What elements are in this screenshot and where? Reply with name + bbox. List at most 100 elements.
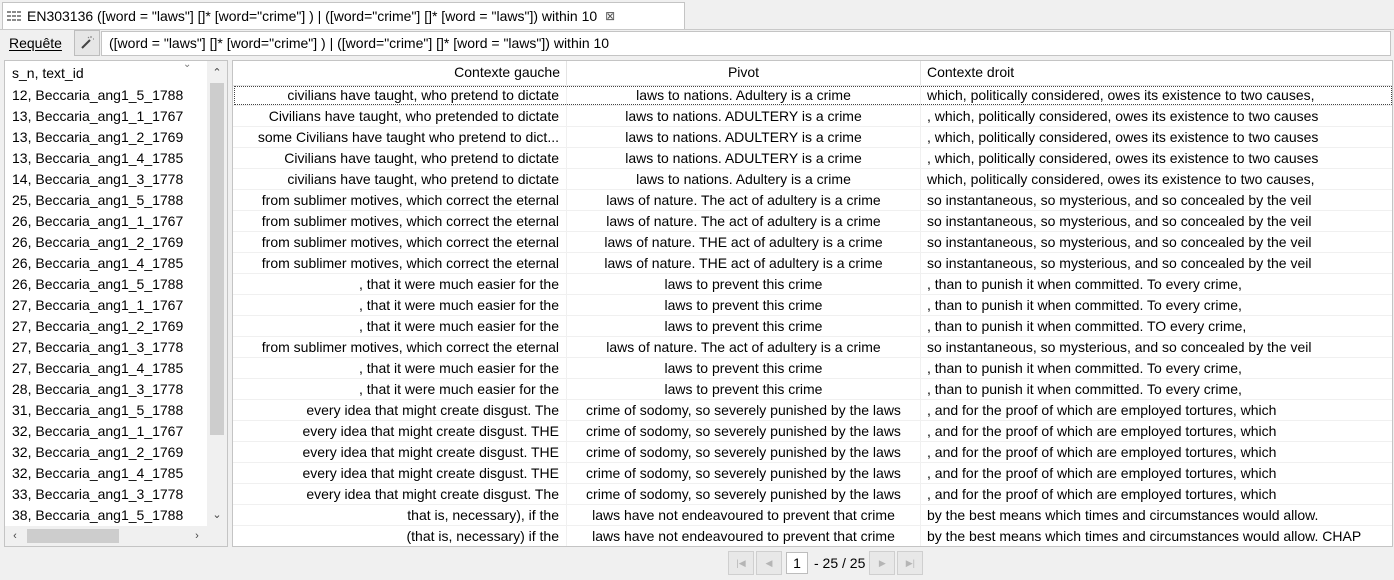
reference-row[interactable]: 26, Beccaria_ang1_1_1767 bbox=[5, 211, 207, 232]
table-row[interactable]: from sublimer motives, which correct the… bbox=[233, 190, 1392, 211]
horizontal-scroll-thumb[interactable] bbox=[27, 529, 119, 543]
left-context-cell: every idea that might create disgust. Th… bbox=[233, 400, 567, 420]
table-row[interactable]: , that it were much easier for the laws t… bbox=[233, 358, 1392, 379]
scroll-left-icon[interactable]: ‹ bbox=[5, 526, 25, 546]
table-row[interactable]: from sublimer motives, which correct the… bbox=[233, 211, 1392, 232]
pivot-cell: laws have not endeavoured to prevent tha… bbox=[567, 505, 921, 525]
reference-row[interactable]: 25, Beccaria_ang1_5_1788 bbox=[5, 190, 207, 211]
page-range-text: - 25 / 25 bbox=[814, 555, 866, 571]
table-row[interactable]: from sublimer motives, which correct the… bbox=[233, 337, 1392, 358]
table-row[interactable]: from sublimer motives, which correct the… bbox=[233, 253, 1392, 274]
reference-row[interactable]: 27, Beccaria_ang1_3_1778 bbox=[5, 337, 207, 358]
next-page-button[interactable]: ▶ bbox=[869, 551, 896, 575]
scroll-down-icon[interactable]: ⌄ bbox=[207, 505, 227, 525]
query-assistant-button[interactable] bbox=[74, 30, 100, 56]
right-context-cell: which, politically considered, owes its … bbox=[927, 87, 1315, 103]
reference-row[interactable]: 32, Beccaria_ang1_2_1769 bbox=[5, 442, 207, 463]
table-row[interactable]: Civilians have taught, who pretended to … bbox=[233, 106, 1392, 127]
left-context-cell: from sublimer motives, which correct the… bbox=[233, 253, 567, 273]
pivot-cell: laws to nations. ADULTERY is a crime bbox=[567, 106, 921, 126]
table-row[interactable]: every idea that might create disgust. TH… bbox=[233, 421, 1392, 442]
reference-row[interactable]: 27, Beccaria_ang1_1_1767 bbox=[5, 295, 207, 316]
table-row[interactable]: every idea that might create disgust. TH… bbox=[233, 442, 1392, 463]
table-row[interactable]: civilians have taught, who pretend to di… bbox=[233, 85, 1392, 106]
reference-row[interactable]: 14, Beccaria_ang1_3_1778 bbox=[5, 169, 207, 190]
left-context-cell: some Civilians have taught who pretend t… bbox=[233, 127, 567, 147]
pivot-cell: laws of nature. The act of adultery is a… bbox=[567, 211, 921, 231]
reference-row[interactable]: 13, Beccaria_ang1_2_1769 bbox=[5, 127, 207, 148]
reference-header-label: s_n, text_id bbox=[12, 65, 84, 81]
reference-row[interactable]: 28, Beccaria_ang1_3_1778 bbox=[5, 379, 207, 400]
first-page-button[interactable]: |◀ bbox=[728, 551, 754, 575]
table-row[interactable]: every idea that might create disgust. Th… bbox=[233, 484, 1392, 505]
table-grid-icon bbox=[7, 10, 21, 22]
pivot-cell: laws to prevent this crime bbox=[567, 358, 921, 378]
table-row[interactable]: civilians have taught, who pretend to di… bbox=[233, 169, 1392, 190]
left-context-cell: Civilians have taught, who pretend to di… bbox=[233, 148, 567, 168]
reference-row[interactable]: 31, Beccaria_ang1_5_1788 bbox=[5, 400, 207, 421]
line-reference-panel: s_n, text_id ⌄ 12, Beccaria_ang1_5_1788 1… bbox=[4, 60, 228, 547]
last-page-icon: ▶| bbox=[905, 557, 915, 568]
sort-indicator-icon: ⌄ bbox=[183, 60, 192, 70]
reference-column-header[interactable]: s_n, text_id ⌄ bbox=[5, 61, 207, 85]
reference-row[interactable]: 32, Beccaria_ang1_4_1785 bbox=[5, 463, 207, 484]
previous-page-button[interactable]: ◀ bbox=[756, 551, 782, 575]
vertical-scrollbar[interactable]: ⌃ ⌄ bbox=[207, 61, 227, 526]
pivot-cell: crime of sodomy, so severely punished by… bbox=[567, 400, 921, 420]
scroll-thumb[interactable] bbox=[210, 83, 224, 435]
table-row[interactable]: , that it were much easier for the laws t… bbox=[233, 316, 1392, 337]
left-context-cell: , that it were much easier for the bbox=[233, 379, 567, 399]
query-input[interactable]: ([word = "laws"] []* [word="crime"] ) | … bbox=[101, 31, 1391, 56]
table-row[interactable]: every idea that might create disgust. TH… bbox=[233, 463, 1392, 484]
pivot-cell: crime of sodomy, so severely punished by… bbox=[567, 442, 921, 462]
column-header-pivot[interactable]: Pivot bbox=[567, 61, 921, 85]
pivot-cell: laws to prevent this crime bbox=[567, 295, 921, 315]
table-row[interactable]: every idea that might create disgust. Th… bbox=[233, 400, 1392, 421]
table-row[interactable]: some Civilians have taught who pretend t… bbox=[233, 127, 1392, 148]
reference-row[interactable]: 38, Beccaria_ang1_5_1788 bbox=[5, 505, 207, 526]
reference-row[interactable]: 13, Beccaria_ang1_1_1767 bbox=[5, 106, 207, 127]
column-header-left-context[interactable]: Contexte gauche bbox=[233, 61, 567, 85]
pivot-cell: laws to prevent this crime bbox=[567, 274, 921, 294]
reference-row[interactable]: 27, Beccaria_ang1_2_1769 bbox=[5, 316, 207, 337]
reference-row[interactable]: 26, Beccaria_ang1_5_1788 bbox=[5, 274, 207, 295]
reference-row[interactable]: 27, Beccaria_ang1_4_1785 bbox=[5, 358, 207, 379]
table-row[interactable]: , that it were much easier for the laws t… bbox=[233, 295, 1392, 316]
reference-row[interactable]: 13, Beccaria_ang1_4_1785 bbox=[5, 148, 207, 169]
table-row[interactable]: , that it were much easier for the laws t… bbox=[233, 274, 1392, 295]
concordance-tab[interactable]: EN303136 ([word = "laws"] []* [word="cri… bbox=[2, 2, 685, 29]
concordance-table: Contexte gauche Pivot Contexte droit civ… bbox=[232, 60, 1393, 547]
right-context-cell: , and for the proof of which are employe… bbox=[927, 486, 1277, 502]
horizontal-scrollbar[interactable]: ‹ › bbox=[5, 526, 207, 546]
reference-row[interactable]: 32, Beccaria_ang1_1_1767 bbox=[5, 421, 207, 442]
table-row[interactable]: (that is, necessary) if the laws have not… bbox=[233, 526, 1392, 546]
pivot-cell: laws of nature. The act of adultery is a… bbox=[567, 337, 921, 357]
reference-row[interactable]: 26, Beccaria_ang1_4_1785 bbox=[5, 253, 207, 274]
reference-row[interactable]: 12, Beccaria_ang1_5_1788 bbox=[5, 85, 207, 106]
reference-row[interactable]: 33, Beccaria_ang1_3_1778 bbox=[5, 484, 207, 505]
page-number-input[interactable]: 1 bbox=[786, 552, 808, 574]
close-icon[interactable]: ⊠ bbox=[605, 9, 615, 23]
reference-row[interactable]: 26, Beccaria_ang1_2_1769 bbox=[5, 232, 207, 253]
pivot-cell: laws to prevent this crime bbox=[567, 379, 921, 399]
table-row[interactable]: from sublimer motives, which correct the… bbox=[233, 232, 1392, 253]
reference-list: 12, Beccaria_ang1_5_1788 13, Beccaria_ang… bbox=[5, 85, 207, 526]
table-row[interactable]: that is, necessary), if the laws have not… bbox=[233, 505, 1392, 526]
left-context-cell: Civilians have taught, who pretended to … bbox=[233, 106, 567, 126]
pivot-cell: laws to nations. ADULTERY is a crime bbox=[567, 127, 921, 147]
scroll-right-icon[interactable]: › bbox=[187, 526, 207, 546]
right-context-cell: , which, politically considered, owes it… bbox=[927, 150, 1319, 166]
left-context-cell: civilians have taught, who pretend to di… bbox=[233, 85, 567, 105]
left-context-cell: from sublimer motives, which correct the… bbox=[233, 232, 567, 252]
left-context-cell: , that it were much easier for the bbox=[233, 295, 567, 315]
right-context-cell: , which, politically considered, owes it… bbox=[927, 108, 1319, 124]
pivot-cell: laws to nations. Adultery is a crime bbox=[567, 85, 921, 105]
pivot-cell: laws to nations. Adultery is a crime bbox=[567, 169, 921, 189]
tab-title: EN303136 ([word = "laws"] []* [word="cri… bbox=[27, 8, 598, 24]
column-header-right-context[interactable]: Contexte droit bbox=[921, 61, 1392, 85]
table-row[interactable]: , that it were much easier for the laws t… bbox=[233, 379, 1392, 400]
pivot-cell: laws to prevent this crime bbox=[567, 316, 921, 336]
last-page-button[interactable]: ▶| bbox=[897, 551, 924, 575]
scroll-up-icon[interactable]: ⌃ bbox=[207, 63, 227, 83]
table-row[interactable]: Civilians have taught, who pretend to di… bbox=[233, 148, 1392, 169]
